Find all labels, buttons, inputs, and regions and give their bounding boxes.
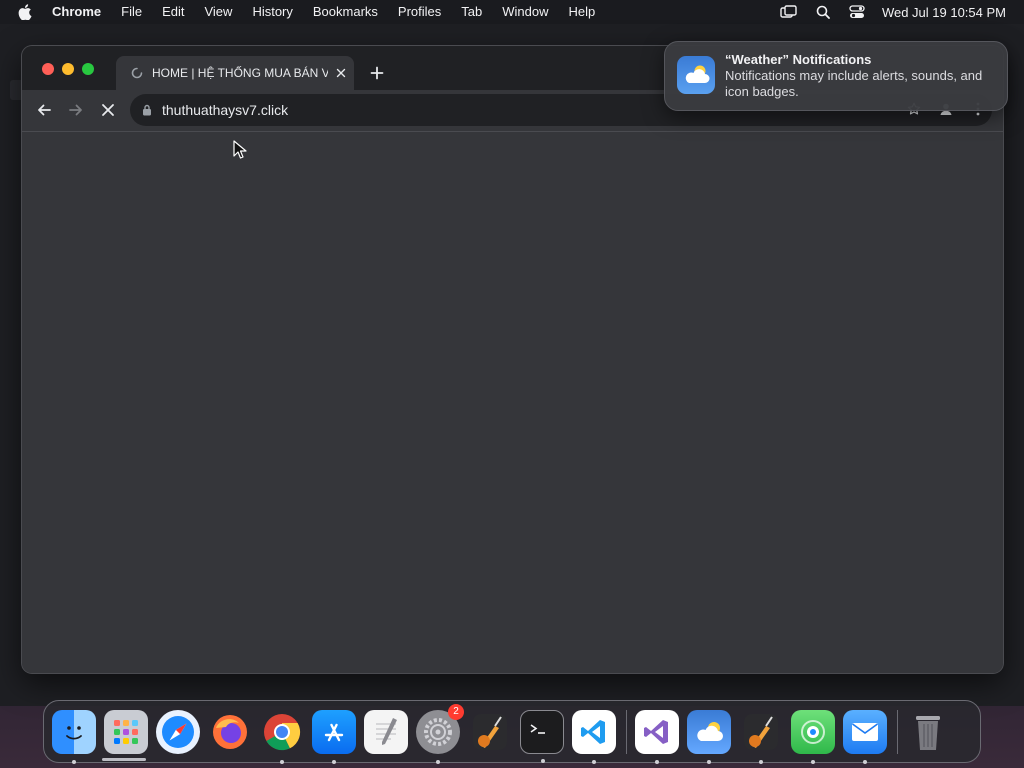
spotlight-search-icon[interactable] — [806, 0, 840, 24]
back-arrow-icon[interactable] — [32, 98, 56, 122]
menu-edit[interactable]: Edit — [152, 0, 194, 24]
running-indicator — [541, 758, 545, 763]
menu-help[interactable]: Help — [559, 0, 606, 24]
weather-notification[interactable]: “Weather” Notifications Notifications ma… — [664, 41, 1008, 111]
control-center-icon[interactable] — [840, 0, 874, 24]
lock-icon[interactable] — [142, 104, 154, 116]
textedit-icon[interactable] — [364, 709, 408, 754]
chrome-icon[interactable] — [260, 710, 304, 764]
terminal-icon[interactable] — [520, 709, 564, 763]
screen-mirror-icon[interactable] — [772, 0, 806, 24]
vscode-icon[interactable] — [572, 709, 616, 764]
dock-separator — [626, 709, 627, 754]
running-indicator — [759, 759, 763, 764]
system-settings-icon[interactable]: 2 — [416, 703, 464, 764]
mail-icon[interactable] — [843, 709, 887, 764]
stop-loading-icon[interactable] — [96, 98, 120, 122]
find-my-icon[interactable] — [791, 709, 835, 764]
garageband-icon[interactable] — [468, 710, 512, 754]
menu-window[interactable]: Window — [492, 0, 558, 24]
notification-badge: 2 — [448, 703, 464, 720]
browser-tab[interactable]: HOME | HỆ THỐNG MUA BÁN V — [116, 56, 354, 90]
forward-arrow-icon[interactable] — [64, 98, 88, 122]
apple-menu-icon[interactable] — [18, 4, 38, 20]
garageband-2-icon[interactable] — [739, 710, 783, 764]
running-indicator — [863, 759, 867, 764]
launchpad-icon[interactable] — [104, 709, 148, 754]
dock: 2 — [43, 700, 981, 764]
close-tab-icon[interactable] — [332, 64, 350, 82]
running-indicator — [592, 759, 596, 764]
menu-profiles[interactable]: Profiles — [388, 0, 451, 24]
running-indicator — [332, 759, 336, 764]
loading-spinner-icon — [130, 66, 144, 80]
running-indicator — [655, 759, 659, 764]
running-indicator — [436, 759, 440, 764]
notification-title: “Weather” Notifications — [725, 52, 872, 67]
running-indicator — [811, 759, 815, 764]
page-content-area[interactable] — [22, 131, 1003, 673]
dock-separator — [897, 709, 898, 754]
trash-icon[interactable] — [906, 710, 950, 754]
safari-icon[interactable] — [156, 709, 200, 754]
mouse-cursor-icon — [233, 140, 247, 159]
notification-body: Notifications may include alerts, sounds… — [725, 68, 983, 99]
close-window-button[interactable] — [42, 63, 54, 75]
app-store-icon[interactable] — [312, 709, 356, 764]
menu-history[interactable]: History — [242, 0, 302, 24]
menu-bar: Chrome File Edit View History Bookmarks … — [0, 0, 1024, 24]
finder-icon[interactable] — [52, 709, 96, 764]
firefox-icon[interactable] — [208, 710, 252, 754]
new-tab-icon[interactable] — [366, 62, 388, 84]
browser-window: HOME | HỆ THỐNG MUA BÁN V thuthuathaysv7… — [22, 46, 1003, 673]
zoom-window-button[interactable] — [82, 63, 94, 75]
running-indicator — [707, 759, 711, 764]
window-controls — [42, 63, 94, 75]
menu-file[interactable]: File — [111, 0, 152, 24]
dock-page-indicator — [102, 758, 146, 761]
tab-title: HOME | HỆ THỐNG MUA BÁN V — [152, 66, 328, 80]
menu-bookmarks[interactable]: Bookmarks — [303, 0, 388, 24]
menu-tab[interactable]: Tab — [451, 0, 492, 24]
running-indicator — [280, 759, 284, 764]
visual-studio-icon[interactable] — [635, 709, 679, 764]
weather-app-icon — [677, 56, 715, 94]
menu-app-name[interactable]: Chrome — [38, 0, 111, 24]
minimize-window-button[interactable] — [62, 63, 74, 75]
url-text[interactable]: thuthuathaysv7.click — [162, 102, 288, 118]
running-indicator — [72, 759, 76, 764]
menu-view[interactable]: View — [194, 0, 242, 24]
weather-icon[interactable] — [687, 709, 731, 764]
menu-clock[interactable]: Wed Jul 19 10:54 PM — [874, 5, 1024, 20]
